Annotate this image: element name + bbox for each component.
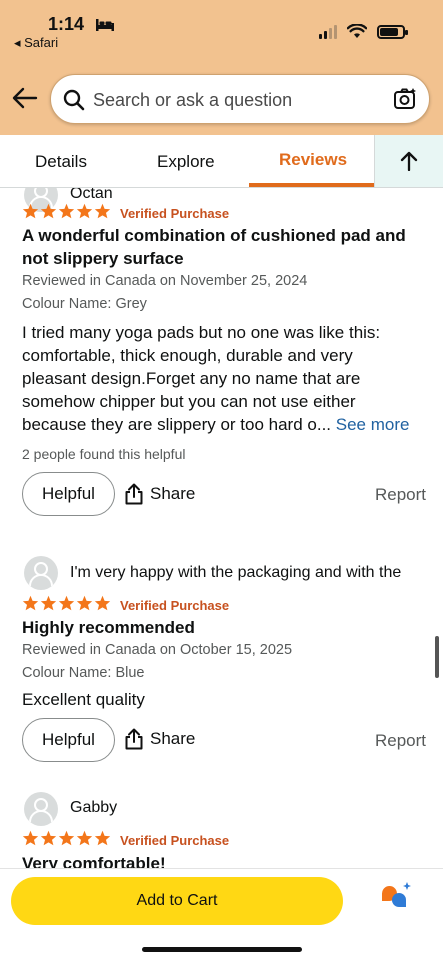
home-indicator[interactable] — [142, 947, 302, 952]
user-silhouette-icon — [29, 798, 53, 823]
star-rating — [22, 595, 111, 611]
share-label: Share — [150, 484, 196, 503]
tab-details[interactable]: Details — [35, 152, 87, 172]
header: 1:14 ◂ Safari Search or ask a question — [0, 0, 443, 135]
verified-purchase-badge: Verified Purchase — [120, 598, 230, 613]
review-card: I'm very happy with the packaging and wi… — [22, 556, 426, 776]
review-body-line: somehow chipper but you can not use eith… — [22, 392, 356, 411]
battery-icon — [377, 24, 408, 39]
star-icon — [58, 830, 75, 846]
share-label: Share — [150, 729, 196, 748]
star-icon — [58, 203, 75, 219]
star-icon — [76, 203, 93, 219]
star-icon — [40, 595, 57, 611]
star-icon — [58, 595, 75, 611]
helpful-button[interactable]: Helpful — [22, 472, 115, 516]
status-time: 1:14 — [48, 14, 115, 35]
product-tabs: Details Explore Reviews — [0, 135, 443, 188]
star-icon — [22, 830, 39, 846]
sleep-focus-icon — [96, 19, 115, 32]
star-rating — [22, 830, 111, 846]
review-body-line: comfortable, thick enough, durable and v… — [22, 346, 353, 365]
rufus-assistant-icon[interactable] — [378, 881, 414, 911]
see-more-link[interactable]: See more — [336, 415, 410, 434]
user-silhouette-icon — [29, 562, 53, 587]
search-icon — [63, 89, 85, 111]
review-title: A wonderful combination of cushioned pad… — [22, 226, 406, 245]
star-icon — [40, 830, 57, 846]
review-body: Excellent quality — [22, 690, 145, 709]
back-to-safari[interactable]: ◂ Safari — [14, 35, 58, 51]
review-author: Gabby — [70, 799, 118, 816]
share-button[interactable]: Share — [124, 483, 195, 505]
back-arrow-icon[interactable] — [12, 86, 38, 110]
status-indicators — [319, 24, 408, 39]
star-icon — [76, 595, 93, 611]
avatar — [24, 556, 58, 590]
review-body-line: I tried many yoga pads but no one was li… — [22, 323, 381, 342]
clock: 1:14 — [48, 14, 85, 34]
verified-purchase-badge: Verified Purchase — [120, 206, 230, 221]
report-link[interactable]: Report — [375, 731, 426, 751]
search-bar[interactable]: Search or ask a question — [50, 74, 430, 124]
verified-purchase-badge: Verified Purchase — [120, 833, 230, 848]
star-icon — [94, 595, 111, 611]
scrollbar[interactable] — [435, 636, 439, 678]
search-input[interactable]: Search or ask a question — [93, 90, 292, 111]
camera-lens-icon[interactable] — [393, 87, 417, 111]
tab-explore[interactable]: Explore — [157, 152, 215, 172]
tab-reviews[interactable]: Reviews — [279, 150, 347, 170]
wifi-icon — [347, 24, 367, 38]
review-title: Highly recommended — [22, 618, 195, 637]
share-icon — [125, 483, 143, 505]
review-body-line: because they are slippery or too hard o.… — [22, 413, 422, 436]
share-button[interactable]: Share — [124, 728, 195, 750]
review-title-cont: not slippery surface — [22, 249, 184, 268]
review-author: Octan — [70, 188, 113, 202]
review-variant: Colour Name: Grey — [22, 296, 147, 312]
report-link[interactable]: Report — [375, 485, 426, 505]
active-tab-indicator — [249, 183, 374, 187]
review-body: I tried many yoga pads but no one was li… — [22, 321, 422, 436]
star-icon — [76, 830, 93, 846]
cellular-signal-icon — [319, 24, 337, 39]
review-variant: Colour Name: Blue — [22, 665, 145, 681]
bottom-bar: Add to Cart — [0, 868, 443, 960]
star-icon — [22, 595, 39, 611]
scroll-to-top-button[interactable] — [374, 135, 443, 187]
review-author: I'm very happy with the packaging and wi… — [70, 564, 402, 581]
share-icon — [125, 728, 143, 750]
helpful-button[interactable]: Helpful — [22, 718, 115, 762]
star-icon — [40, 203, 57, 219]
arrow-up-icon — [400, 151, 418, 171]
avatar — [24, 792, 58, 826]
review-card: Gabby Verified Purchase Very comfortable… — [22, 792, 426, 868]
review-date: Reviewed in Canada on November 25, 2024 — [22, 273, 308, 289]
helpful-count: 2 people found this helpful — [22, 446, 186, 462]
review-body-line: pleasant design.Forget any no name that … — [22, 369, 361, 388]
review-body-text: because they are slippery or too hard o.… — [22, 415, 332, 434]
review-date: Reviewed in Canada on October 15, 2025 — [22, 642, 293, 658]
review-card: Octan Verified Purchase A wonderful comb… — [22, 188, 426, 528]
review-title: Very comfortable! — [22, 854, 166, 868]
star-icon — [22, 203, 39, 219]
star-icon — [94, 830, 111, 846]
reviews-list: Octan Verified Purchase A wonderful comb… — [0, 188, 443, 868]
add-to-cart-button[interactable]: Add to Cart — [11, 877, 343, 925]
star-icon — [94, 203, 111, 219]
star-rating — [22, 203, 111, 219]
